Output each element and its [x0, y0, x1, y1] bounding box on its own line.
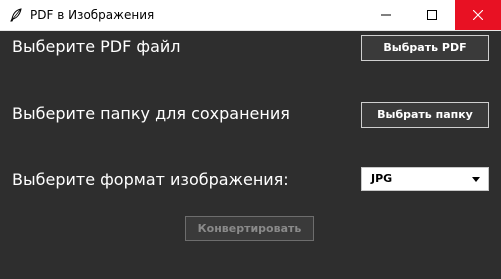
format-dropdown[interactable]: JPG [361, 167, 489, 191]
app-window: PDF в Изображения Выберите PDF файл Выбр… [0, 0, 501, 279]
format-selected-value: JPG [371, 172, 393, 185]
title-bar[interactable]: PDF в Изображения [0, 0, 501, 31]
feather-icon [9, 7, 23, 22]
close-icon [473, 10, 483, 20]
select-folder-label: Выберите папку для сохранения [12, 104, 290, 123]
window-title: PDF в Изображения [30, 8, 155, 22]
maximize-icon [427, 10, 437, 20]
choose-pdf-button[interactable]: Выбрать PDF [361, 35, 489, 61]
close-button[interactable] [455, 0, 501, 30]
minimize-button[interactable] [363, 0, 409, 30]
chevron-down-icon [472, 177, 480, 182]
maximize-button[interactable] [409, 0, 455, 30]
select-format-label: Выберите формат изображения: [12, 170, 289, 189]
choose-folder-button[interactable]: Выбрать папку [361, 102, 489, 128]
convert-button[interactable]: Конвертировать [185, 216, 314, 241]
select-pdf-label: Выберите PDF файл [12, 37, 181, 56]
minimize-icon [381, 14, 391, 16]
